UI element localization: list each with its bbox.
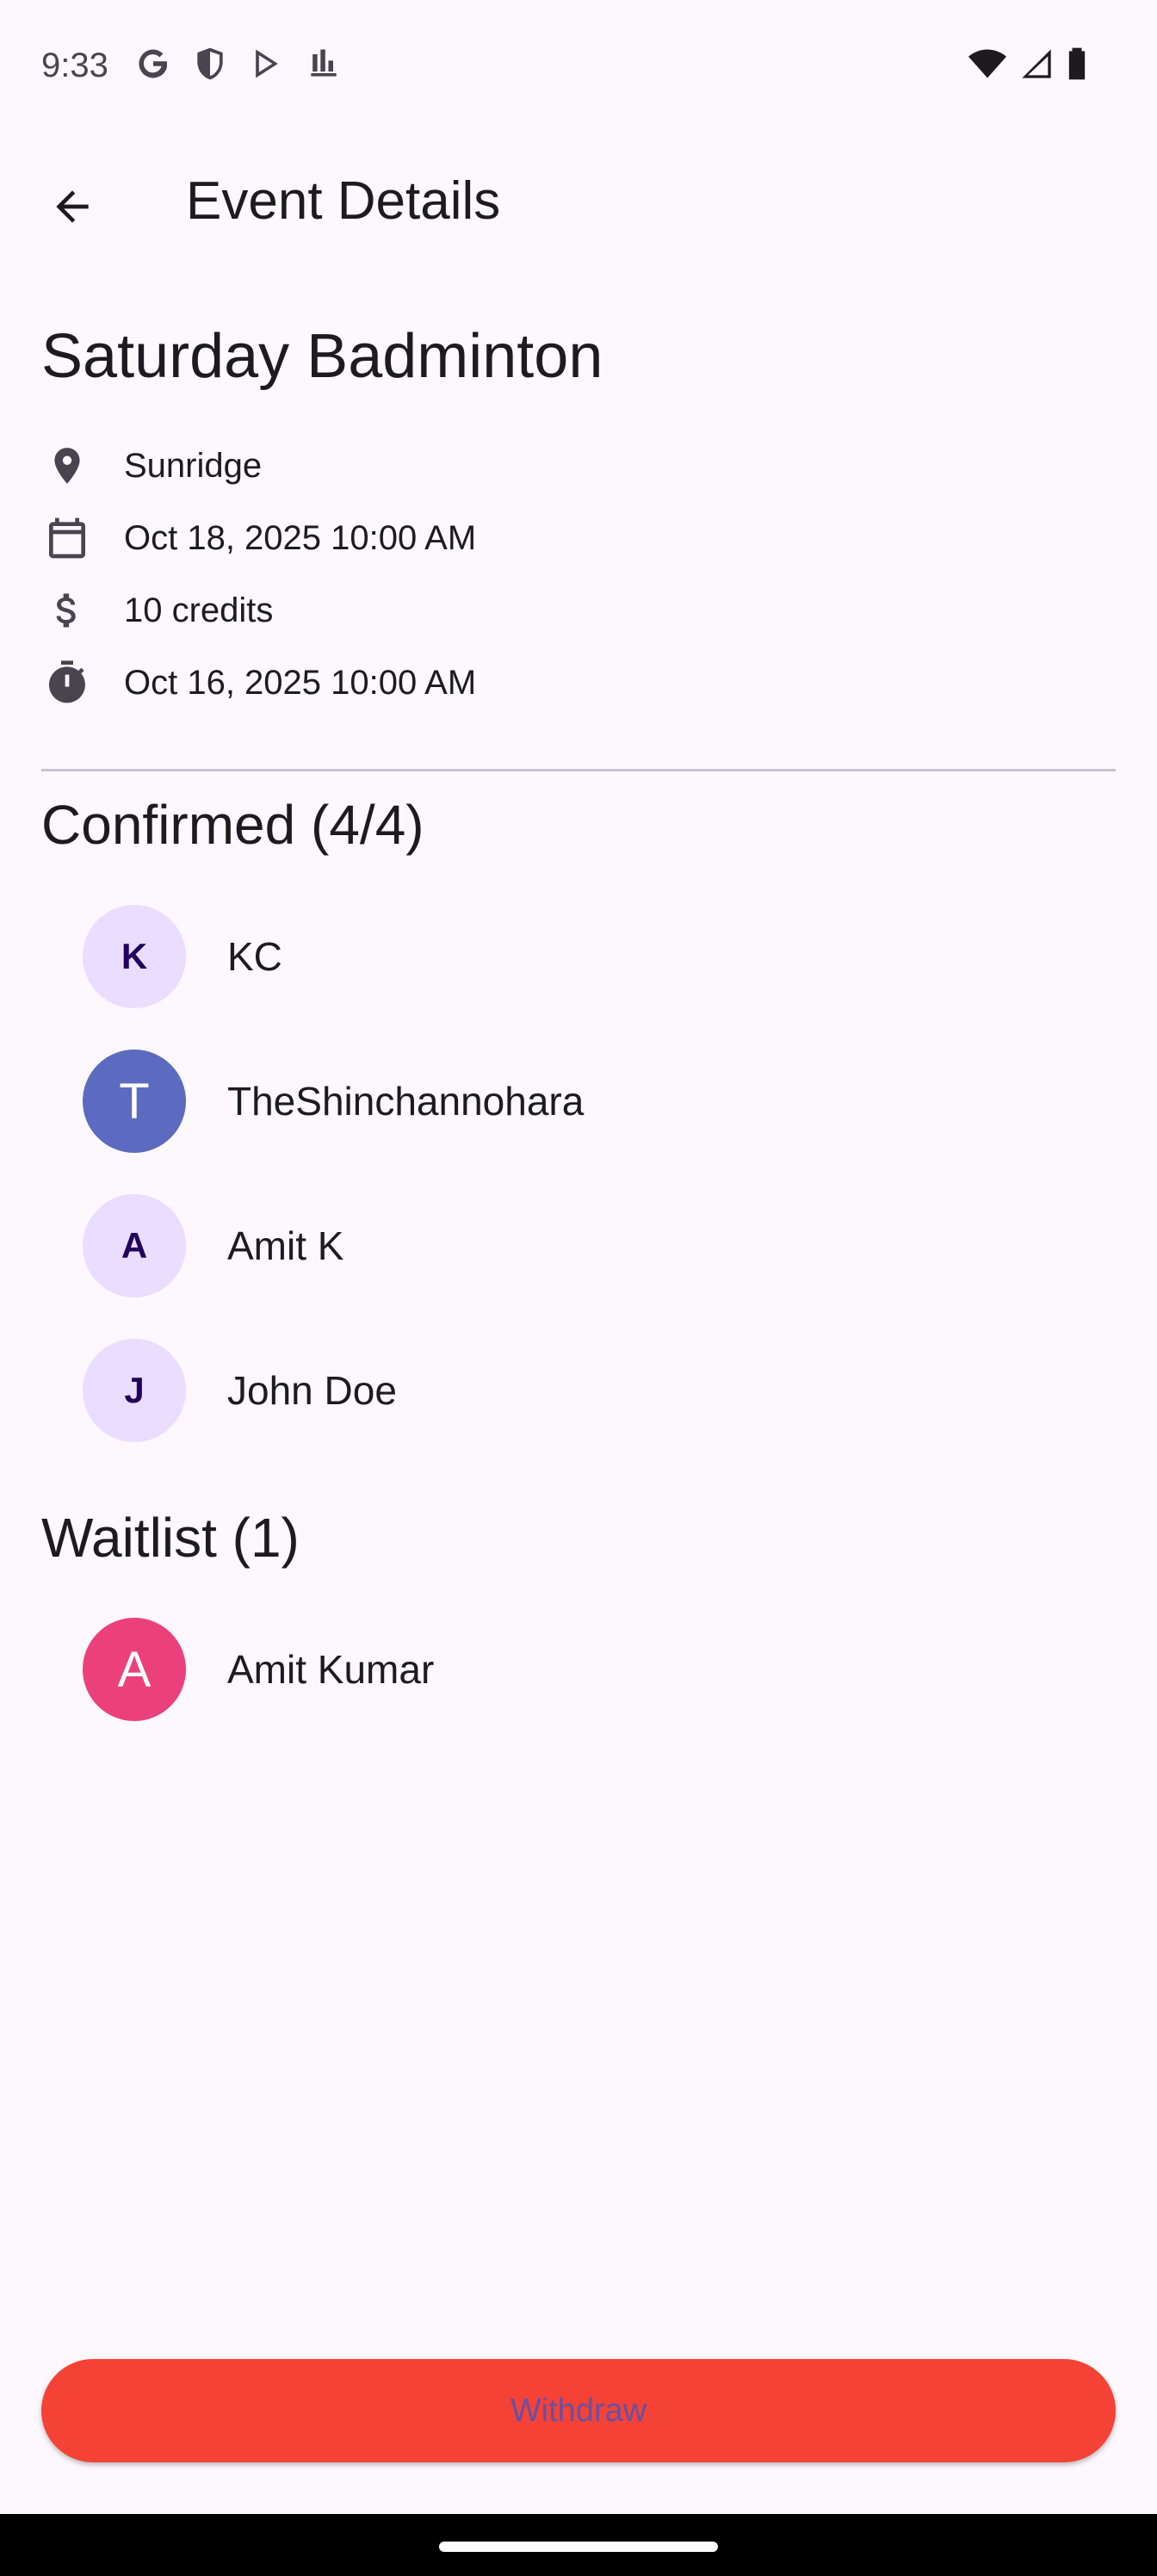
member-name: John Doe: [227, 1368, 397, 1413]
cellular-signal-icon: [1019, 45, 1054, 83]
home-handle[interactable]: [439, 2542, 718, 2552]
avatar: A: [83, 1618, 186, 1721]
bar-chart-icon: [305, 45, 343, 83]
avatar-initial: J: [124, 1370, 145, 1410]
avatar: K: [83, 905, 186, 1008]
member-name: TheShinchannohara: [227, 1079, 585, 1124]
status-time: 9:33: [41, 46, 108, 84]
member-name: Amit Kumar: [227, 1647, 435, 1692]
avatar: J: [83, 1339, 186, 1442]
dollar-icon: [41, 585, 93, 636]
page-title: Event Details: [186, 171, 501, 231]
avatar-initial: K: [121, 936, 148, 976]
date-row: Oct 18, 2025 10:00 AM: [41, 511, 476, 566]
divider: [41, 769, 1116, 771]
navigation-bar: [0, 2514, 1157, 2576]
battery-icon: [1066, 45, 1088, 83]
event-cost: 10 credits: [124, 591, 274, 629]
withdraw-label: Withdraw: [510, 2392, 647, 2429]
status-bar: 9:33: [0, 0, 1157, 129]
confirmed-heading: Confirmed (4/4): [41, 794, 424, 856]
deadline-row: Oct 16, 2025 10:00 AM: [41, 655, 476, 710]
avatar-initial: T: [119, 1073, 150, 1130]
timer-icon: [41, 657, 93, 709]
list-item[interactable]: K KC: [83, 905, 1116, 1008]
event-deadline: Oct 16, 2025 10:00 AM: [124, 663, 477, 702]
location-row: Sunridge: [41, 438, 262, 493]
location-pin-icon: [41, 440, 93, 492]
withdraw-button[interactable]: Withdraw: [41, 2359, 1116, 2462]
notification-icons: [134, 45, 343, 83]
event-location: Sunridge: [124, 446, 263, 485]
wifi-icon: [968, 45, 1007, 83]
member-name: Amit K: [227, 1223, 344, 1268]
cost-row: 10 credits: [41, 583, 273, 638]
event-title: Saturday Badminton: [41, 322, 603, 391]
calendar-icon: [41, 512, 93, 564]
avatar-initial: A: [117, 1641, 152, 1698]
avatar-initial: A: [121, 1225, 148, 1266]
event-date: Oct 18, 2025 10:00 AM: [124, 518, 477, 557]
member-name: KC: [227, 934, 282, 979]
shield-icon: [191, 45, 229, 83]
play-store-icon: [248, 45, 286, 83]
list-item[interactable]: A Amit Kumar: [83, 1618, 1116, 1721]
arrow-back-icon: [48, 183, 96, 235]
back-button[interactable]: [31, 167, 114, 250]
google-icon: [134, 45, 172, 83]
avatar: A: [83, 1194, 186, 1297]
list-item[interactable]: J John Doe: [83, 1339, 1116, 1442]
system-icons: [968, 45, 1088, 83]
waitlist-heading: Waitlist (1): [41, 1507, 300, 1569]
app-bar: Event Details: [0, 146, 1157, 257]
list-item[interactable]: A Amit K: [83, 1194, 1116, 1297]
list-item[interactable]: T TheShinchannohara: [83, 1050, 1116, 1153]
avatar: T: [83, 1050, 186, 1153]
